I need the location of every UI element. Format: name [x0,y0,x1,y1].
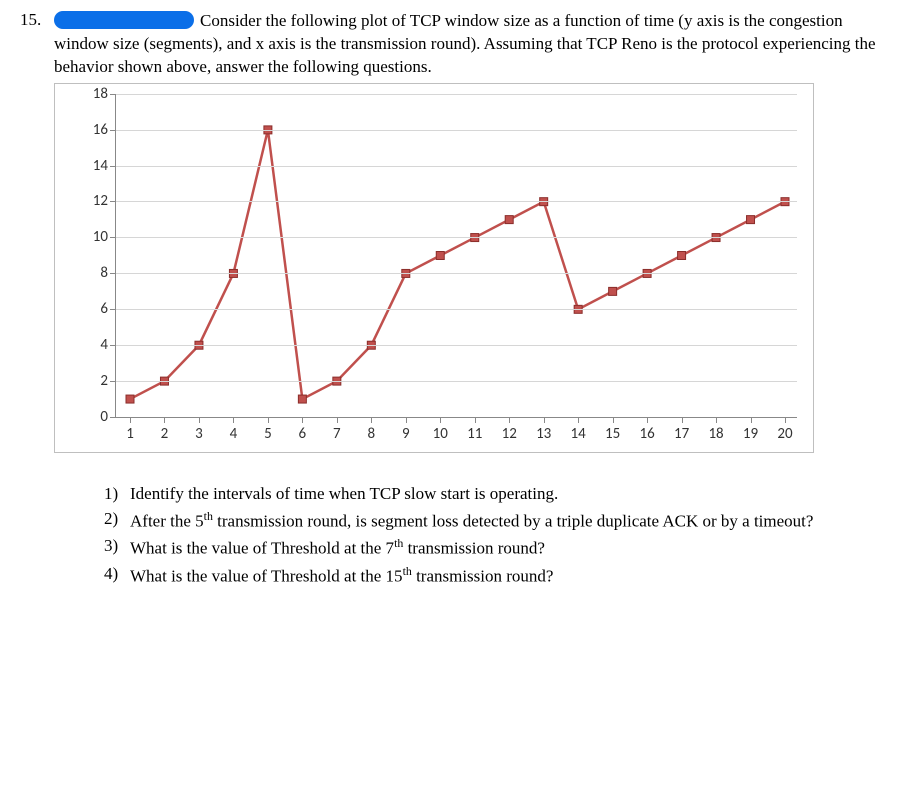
y-tick-mark [110,345,116,346]
y-tick-label: 12 [93,192,108,210]
x-tick-mark [302,417,303,423]
question-item: 1) Identify the intervals of time when T… [104,483,886,506]
data-marker [747,215,755,223]
gridline [116,201,797,202]
question-number: 4) [104,563,130,589]
x-tick-mark [647,417,648,423]
x-tick-mark [475,417,476,423]
question-text: What is the value of Threshold at the 7t… [130,535,545,561]
gridline [116,309,797,310]
x-tick-mark [233,417,234,423]
x-tick-mark [164,417,165,423]
y-tick-mark [110,381,116,382]
x-tick-mark [268,417,269,423]
y-tick-mark [110,417,116,418]
gridline [116,345,797,346]
gridline [116,273,797,274]
problem-number: 15. [20,10,48,30]
question-text: After the 5th transmission round, is seg… [130,508,813,534]
x-tick-label: 12 [502,425,517,443]
x-tick-label: 1 [126,425,134,443]
x-tick-mark [578,417,579,423]
x-tick-mark [199,417,200,423]
x-tick-label: 6 [299,425,307,443]
x-tick-label: 17 [674,425,689,443]
gridline [116,130,797,131]
question-number: 1) [104,483,130,506]
data-marker [609,287,617,295]
redaction-mark [54,11,194,29]
question-number: 2) [104,508,130,534]
x-tick-label: 13 [536,425,551,443]
x-tick-mark [406,417,407,423]
y-tick-mark [110,309,116,310]
x-tick-mark [509,417,510,423]
x-tick-label: 3 [195,425,203,443]
y-tick-mark [110,201,116,202]
x-tick-mark [682,417,683,423]
question-number: 3) [104,535,130,561]
y-tick-mark [110,166,116,167]
y-tick-label: 2 [100,372,108,390]
gridline [116,94,797,95]
x-tick-mark [337,417,338,423]
question-item: 3) What is the value of Threshold at the… [104,535,886,561]
chart-svg [116,94,797,417]
y-tick-label: 6 [100,300,108,318]
x-tick-label: 7 [333,425,341,443]
gridline [116,237,797,238]
x-tick-label: 19 [743,425,758,443]
x-tick-label: 2 [161,425,169,443]
data-marker [436,251,444,259]
x-tick-label: 20 [777,425,792,443]
question-item: 4) What is the value of Threshold at the… [104,563,886,589]
y-tick-mark [110,237,116,238]
data-marker [678,251,686,259]
x-tick-mark [613,417,614,423]
data-marker [298,395,306,403]
data-marker [505,215,513,223]
y-tick-mark [110,130,116,131]
x-tick-label: 14 [571,425,586,443]
x-tick-mark [751,417,752,423]
x-tick-mark [716,417,717,423]
y-tick-label: 8 [100,264,108,282]
y-tick-label: 10 [93,228,108,246]
x-tick-mark [130,417,131,423]
x-tick-label: 10 [433,425,448,443]
gridline [116,166,797,167]
y-tick-mark [110,273,116,274]
x-tick-mark [440,417,441,423]
x-tick-label: 9 [402,425,410,443]
x-tick-mark [785,417,786,423]
intro-text: Consider the following plot of TCP windo… [54,10,886,79]
data-marker [126,395,134,403]
x-tick-mark [544,417,545,423]
x-tick-label: 18 [708,425,723,443]
chart-container: 0246810121416181234567891011121314151617… [54,83,814,453]
x-tick-label: 8 [368,425,376,443]
question-text: What is the value of Threshold at the 15… [130,563,553,589]
plot-area: 0246810121416181234567891011121314151617… [115,94,797,418]
data-line [130,130,785,399]
y-tick-label: 0 [100,408,108,426]
x-tick-label: 15 [605,425,620,443]
x-tick-label: 16 [639,425,654,443]
x-tick-label: 5 [264,425,272,443]
y-tick-label: 18 [93,85,108,103]
problem-block: 15. Consider the following plot of TCP w… [20,10,886,591]
y-tick-mark [110,94,116,95]
x-tick-label: 11 [467,425,482,443]
question-item: 2) After the 5th transmission round, is … [104,508,886,534]
y-tick-label: 14 [93,157,108,175]
x-tick-mark [371,417,372,423]
y-tick-label: 4 [100,336,108,354]
question-text: Identify the intervals of time when TCP … [130,483,558,506]
question-list: 1) Identify the intervals of time when T… [54,483,886,589]
y-tick-label: 16 [93,121,108,139]
problem-body: Consider the following plot of TCP windo… [54,10,886,591]
x-tick-label: 4 [230,425,238,443]
gridline [116,381,797,382]
